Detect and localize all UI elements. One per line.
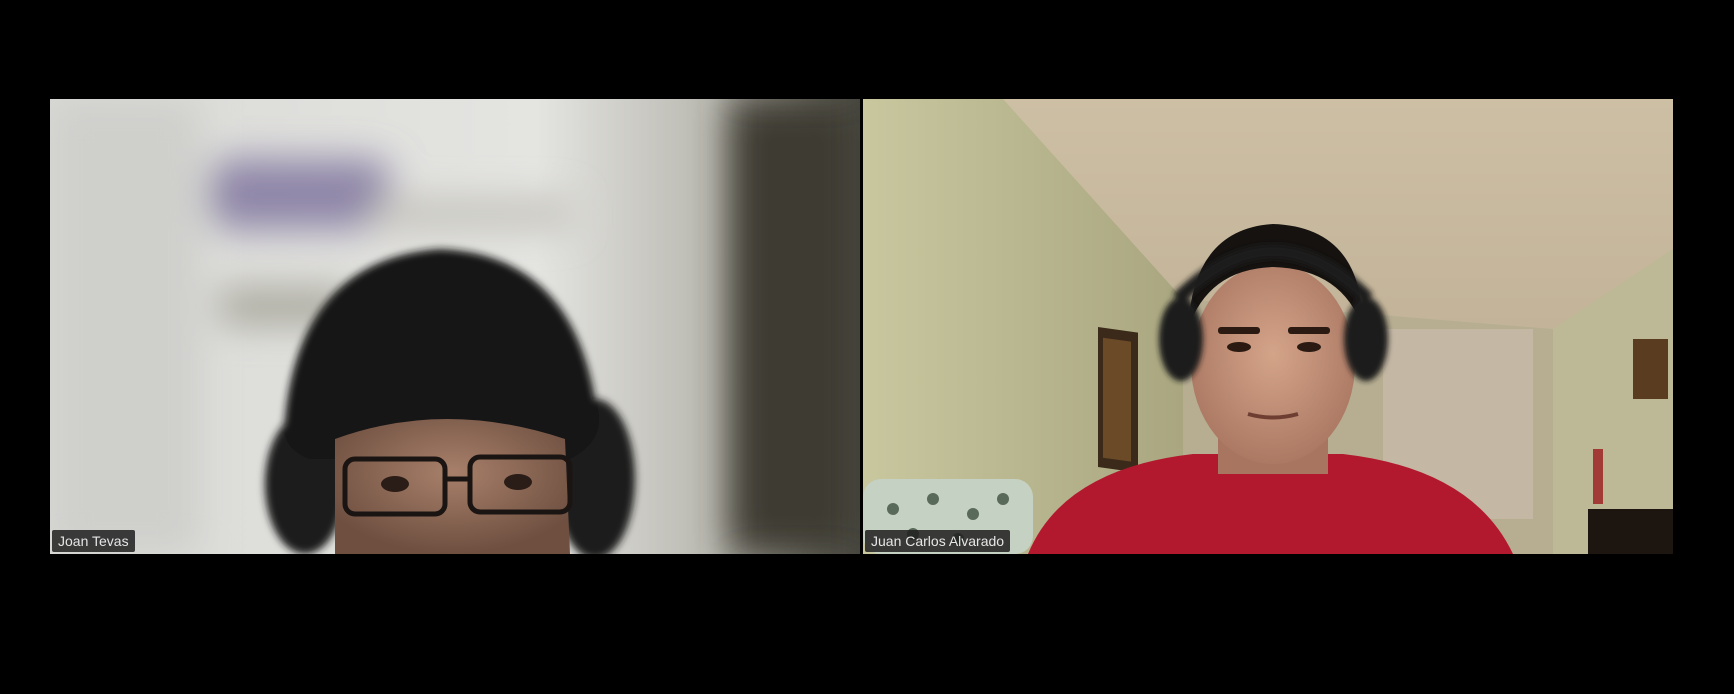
participant-tile-joan-tevas[interactable]: Joan Tevas <box>50 99 860 554</box>
participant-video-feed <box>50 99 860 554</box>
participant-video-feed <box>863 99 1673 554</box>
video-call-gallery: Joan Tevas Juan Carlos Alvarado <box>0 0 1734 694</box>
participant-name-label: Joan Tevas <box>52 530 135 552</box>
participant-name-label: Juan Carlos Alvarado <box>865 530 1011 552</box>
participant-tile-juan-carlos-alvarado[interactable]: Juan Carlos Alvarado <box>863 99 1673 554</box>
